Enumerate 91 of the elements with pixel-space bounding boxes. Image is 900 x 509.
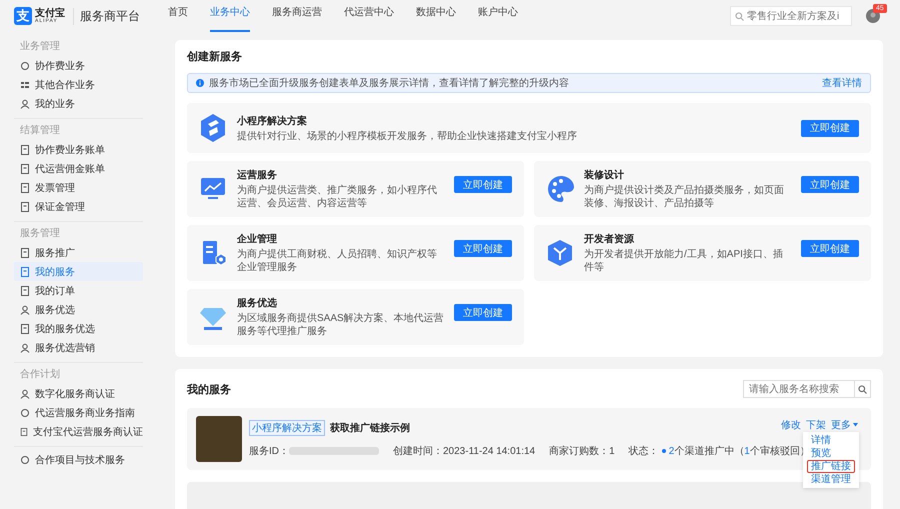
document-icon [20, 182, 30, 192]
service-name: 获取推广链接示例 [330, 421, 410, 435]
service-description: 提供针对行业、场景的小程序模板开发服务，帮助企业快速搭建支付宝小程序 [237, 130, 578, 142]
menu-item[interactable]: 渠道管理 [807, 473, 855, 486]
document-icon [20, 164, 30, 174]
create-button[interactable]: 立即创建 [801, 120, 859, 136]
sidebar-item[interactable]: 合作项目与技术服务 [14, 450, 143, 469]
create-button[interactable]: 立即创建 [801, 240, 859, 257]
photo-placeholder [196, 416, 242, 462]
nav-tab[interactable]: 业务中心 [210, 0, 250, 32]
sidebar-item[interactable]: 服务推广 [14, 243, 143, 262]
hexagon-logo-icon [199, 113, 227, 143]
sidebar-item[interactable]: 我的服务 [14, 262, 143, 281]
grid-icon [20, 80, 30, 90]
search-field[interactable]: 请输入服务名称搜索 [743, 380, 871, 398]
create-button[interactable]: 立即创建 [801, 176, 859, 193]
section-title: 合作计划 [19, 368, 61, 382]
sidebar-item[interactable]: 保证金管理 [14, 197, 143, 216]
nav-tab[interactable]: 数据中心 [416, 0, 456, 32]
sidebar-item[interactable]: 发票管理 [14, 178, 143, 197]
menu-item[interactable]: 详情 [807, 434, 855, 447]
sidebar-item[interactable]: 我的业务 [14, 94, 143, 113]
document-icon [20, 426, 28, 436]
menu-item[interactable]: 推广链接 [807, 460, 855, 473]
palette-icon [546, 174, 574, 204]
order-count: 商家订购数：1 [549, 444, 615, 458]
sidebar-item[interactable]: 代运营佣金账单 [14, 159, 143, 178]
panel-title: 创建新服务 [187, 50, 243, 64]
action-link[interactable]: 下架 [806, 418, 826, 432]
category-tag: 小程序解决方案 [249, 420, 325, 436]
create-button[interactable]: 立即创建 [454, 240, 512, 257]
document-icon [20, 286, 30, 296]
service-title: 小程序解决方案 [237, 114, 308, 128]
sidebar-item[interactable]: 数字化服务商认证 [14, 384, 143, 403]
section-title: 业务管理 [19, 40, 61, 54]
circle-icon [20, 408, 30, 418]
details-link[interactable]: 查看详情 [822, 76, 862, 90]
panel-title: 我的服务 [187, 382, 231, 396]
nav-tab[interactable]: 服务商运营 [272, 0, 322, 32]
platform-title: 服务商平台 [73, 8, 140, 24]
service-description: 为商户提供设计类及产品拍摄类服务，如页面装修、海报设计、产品拍摄等 [584, 184, 785, 210]
person-icon [20, 388, 30, 398]
nav-tab[interactable]: 账户中心 [478, 0, 518, 32]
nav-tab[interactable]: 代运营中心 [344, 0, 394, 32]
sidebar-item[interactable]: 其他合作业务 [14, 75, 143, 94]
document-icon [20, 248, 30, 258]
sidebar-item[interactable]: 代运营服务商业务指南 [14, 403, 143, 422]
action-link[interactable]: 修改 [781, 418, 801, 432]
search-icon [735, 12, 744, 20]
sidebar-item[interactable]: 支付宝代运营服务商认证 [14, 422, 143, 441]
document-icon [20, 144, 30, 154]
circle-icon [20, 454, 30, 464]
create-button[interactable]: 立即创建 [454, 304, 512, 321]
person-icon [20, 342, 30, 352]
service-title: 开发者资源 [584, 232, 635, 246]
search-button[interactable] [854, 381, 870, 397]
service-title: 装修设计 [584, 168, 625, 182]
service-description: 为商户提供工商财税、人员招聘、知识产权等企业管理服务 [237, 248, 438, 274]
section-title: 结算管理 [19, 124, 61, 138]
sidebar-item[interactable]: 服务优选营销 [14, 338, 143, 357]
circle-icon [20, 60, 30, 70]
more-dropdown[interactable]: 更多 [831, 418, 858, 432]
sidebar-item[interactable]: 我的订单 [14, 281, 143, 300]
search-icon [858, 384, 867, 394]
document-icon [20, 324, 30, 334]
service-title: 运营服务 [237, 168, 278, 182]
service-id-label: 服务ID： [249, 445, 289, 458]
service-title: 服务优选 [237, 296, 278, 310]
menu-item[interactable]: 预览 [807, 447, 855, 460]
created-time: 创建时间：2023-11-24 14:01:14 [393, 444, 536, 458]
create-button[interactable]: 立即创建 [454, 176, 512, 193]
sidebar-item[interactable]: 协作费业务账单 [14, 140, 143, 159]
logo-name: 支付宝 [35, 8, 65, 18]
sidebar-item[interactable]: 服务优选 [14, 300, 143, 319]
sidebar-item[interactable]: 我的服务优选 [14, 319, 143, 338]
nav-tab[interactable]: 首页 [168, 0, 188, 32]
person-icon [20, 304, 30, 314]
document-icon [20, 202, 30, 212]
service-description: 为开发者提供开放能力/工具，如API接口、插件等 [584, 248, 784, 274]
section-title: 服务管理 [19, 227, 61, 241]
sidebar-item[interactable]: 协作费业务 [14, 56, 143, 75]
person-icon [20, 98, 30, 108]
document-icon [20, 266, 30, 276]
info-icon [196, 79, 204, 87]
caret-icon [853, 423, 858, 427]
logo-mark: 支 [14, 7, 32, 25]
service-description: 为商户提供运营类、推广类服务，如小程序代运营、会员运营、内容运营等 [237, 184, 438, 210]
cube-icon [546, 238, 574, 268]
notice-text: 服务市场已全面升级服务创建表单及服务展示详情，查看详情了解完整的升级内容 [209, 76, 569, 90]
service-description: 为区域服务商提供SAAS解决方案、本地代运营服务等代理推广服务 [237, 312, 444, 338]
service-title: 企业管理 [237, 232, 278, 246]
